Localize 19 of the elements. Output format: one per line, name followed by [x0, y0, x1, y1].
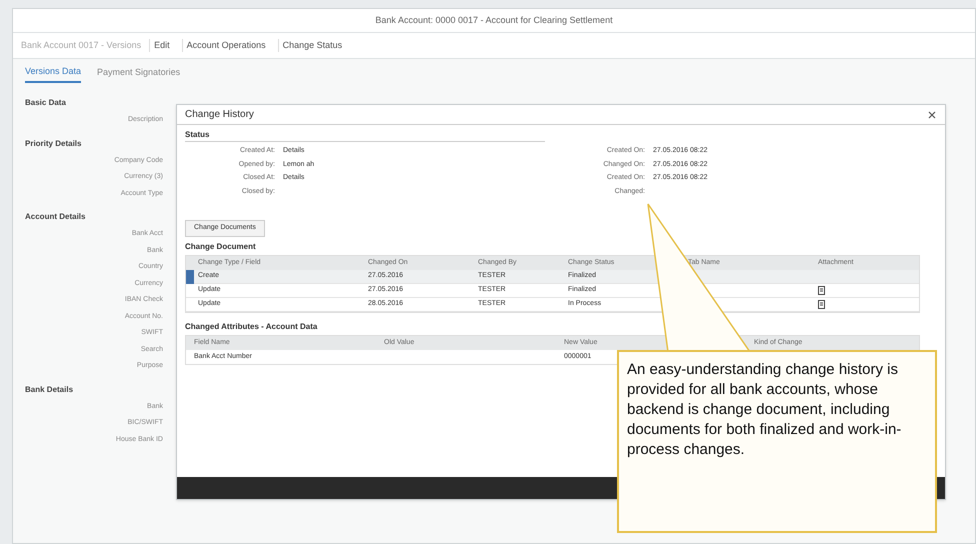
document-icon[interactable]: [818, 286, 825, 295]
selection-marker: [186, 270, 194, 284]
section-title: Bank Details: [25, 384, 74, 396]
document-icon[interactable]: [818, 300, 825, 309]
toolbar-button[interactable]: Account Operations: [182, 38, 270, 52]
callout-text: An easy-understanding change history is provided for all bank accounts, whose backend is change document, including documents for both finalized and work-in-process changes.: [627, 360, 902, 460]
section-title: Priority Details: [25, 138, 82, 150]
section-title: Basic Data: [25, 97, 67, 109]
toolbar-button[interactable]: Change Status: [278, 38, 346, 52]
dialog-title: Change History: [185, 108, 254, 122]
toolbar-button[interactable]: Edit: [149, 38, 174, 52]
section-title: Account Details: [25, 211, 86, 223]
section-title: Change Document: [185, 241, 257, 253]
tab[interactable]: Versions Data: [25, 65, 82, 83]
breadcrumb: Bank Account 0017 - Versions: [21, 38, 142, 52]
close-icon[interactable]: [927, 110, 937, 120]
window-title: Bank Account: 0000 0017 - Account for Clearing Settlement: [375, 14, 613, 27]
section-title: Changed Attributes - Account Data: [185, 321, 318, 333]
section-title: Status: [185, 129, 545, 142]
